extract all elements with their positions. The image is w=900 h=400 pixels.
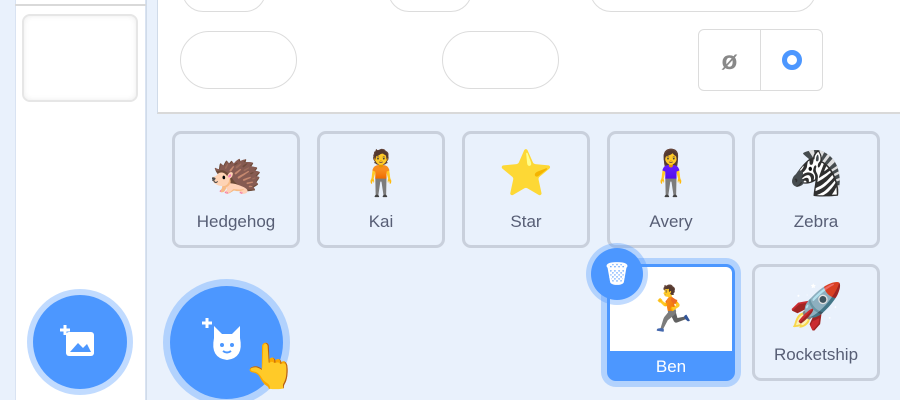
rocketship-icon: 🚀 bbox=[788, 282, 844, 331]
sprite-label: Hedgehog bbox=[196, 212, 276, 231]
visibility-toggle: ø bbox=[698, 29, 823, 91]
stage-divider bbox=[15, 4, 146, 6]
y-field[interactable] bbox=[590, 0, 816, 12]
add-backdrop-icon bbox=[60, 325, 94, 356]
sprite-tile-star[interactable]: ⭐ Star bbox=[462, 131, 590, 248]
sprite-name-field[interactable] bbox=[182, 0, 266, 12]
kai-icon: 🧍 bbox=[353, 149, 409, 198]
sprite-label: Ben bbox=[655, 357, 687, 376]
avery-icon: 🧍‍♀️ bbox=[643, 149, 699, 198]
sprite-tile-kai[interactable]: 🧍 Kai bbox=[317, 131, 445, 248]
show-button[interactable] bbox=[760, 30, 822, 90]
sprite-tile-hedgehog[interactable]: 🦔 Hedgehog bbox=[172, 131, 300, 248]
sprite-label: Kai bbox=[368, 212, 394, 231]
hide-button[interactable]: ø bbox=[699, 30, 760, 90]
eye-icon bbox=[781, 50, 802, 70]
eye-slash-icon: ø bbox=[721, 44, 738, 75]
backdrop-thumbnail[interactable] bbox=[22, 14, 138, 102]
sprite-label: Zebra bbox=[793, 212, 839, 231]
size-field[interactable] bbox=[180, 31, 297, 89]
trash-icon: 🗑 bbox=[603, 261, 631, 286]
x-field[interactable] bbox=[388, 0, 472, 12]
sprite-label: Rocketship bbox=[773, 345, 859, 364]
sprite-tile-avery[interactable]: 🧍‍♀️ Avery bbox=[607, 131, 735, 248]
direction-field[interactable] bbox=[442, 31, 559, 89]
sprite-tile-rocketship[interactable]: 🚀 Rocketship bbox=[752, 264, 880, 381]
hand-cursor-icon: 👆 bbox=[243, 342, 298, 391]
sprite-label: Star bbox=[510, 212, 542, 231]
sprite-label: Avery bbox=[649, 212, 693, 231]
choose-backdrop-button[interactable] bbox=[33, 295, 127, 389]
zebra-icon: 🦓 bbox=[788, 149, 844, 198]
star-icon: ⭐ bbox=[498, 149, 554, 198]
panel-divider bbox=[146, 0, 157, 400]
delete-sprite-button[interactable]: 🗑 bbox=[591, 248, 643, 300]
sprite-tile-zebra[interactable]: 🦓 Zebra bbox=[752, 131, 880, 248]
hedgehog-icon: 🦔 bbox=[208, 149, 264, 198]
